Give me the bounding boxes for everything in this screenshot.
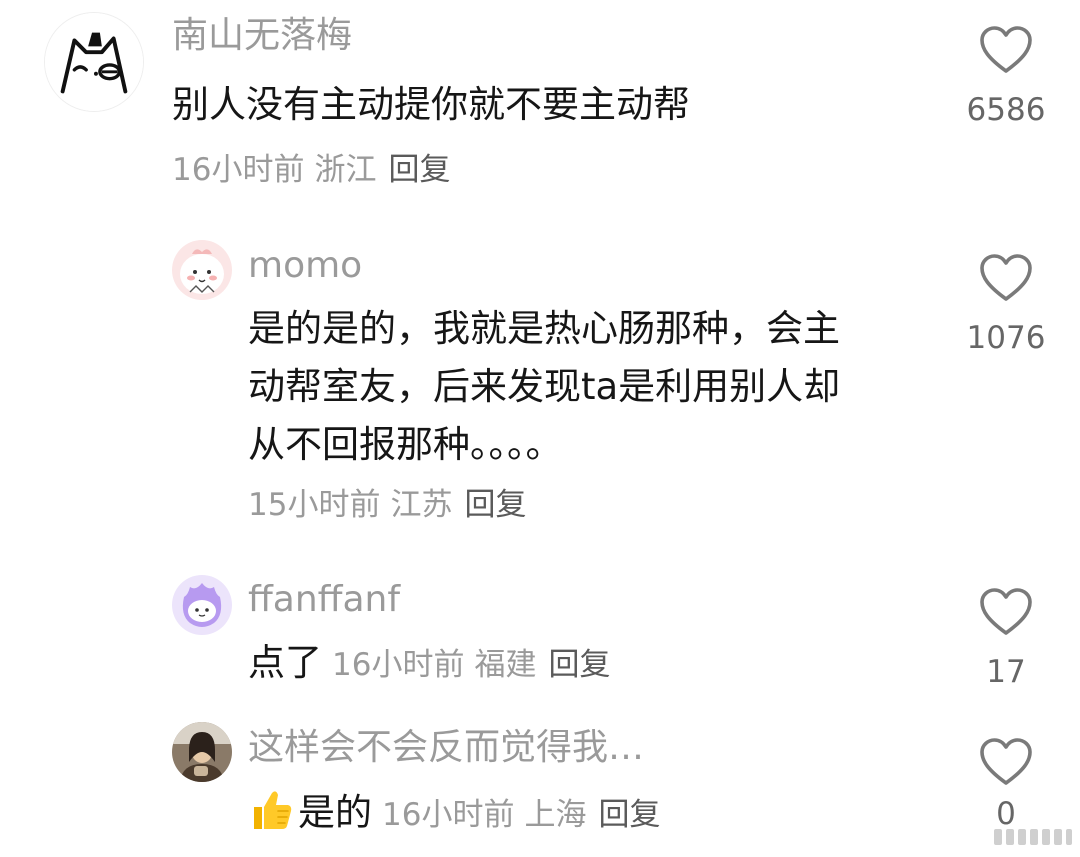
timestamp: 15小时前 bbox=[248, 487, 381, 523]
like-button[interactable]: 1076 bbox=[951, 252, 1061, 358]
heart-icon bbox=[980, 588, 1032, 635]
comment-text-line: 是的是的，我就是热心肠那种，会主 bbox=[248, 307, 840, 350]
comment-text: 是的是的，我就是热心肠那种，会主 动帮室友，后来发现ta是利用别人却 从不回报那… bbox=[248, 300, 840, 474]
heart-icon bbox=[980, 254, 1032, 301]
comment-meta: 15小时前 江苏 回复 bbox=[248, 485, 526, 525]
cat-doodle-avatar[interactable] bbox=[44, 12, 144, 112]
timestamp: 16小时前 bbox=[382, 797, 515, 833]
heart-icon bbox=[980, 26, 1032, 73]
username[interactable]: momo bbox=[248, 244, 362, 288]
comment-meta: 16小时前 福建 回复 bbox=[332, 647, 610, 683]
reply-button[interactable]: 回复 bbox=[388, 152, 450, 188]
purple-flame-cat-avatar[interactable] bbox=[172, 575, 232, 635]
reply-button[interactable]: 回复 bbox=[464, 487, 526, 523]
comment-text: 点了 16小时前 福建 回复 bbox=[248, 634, 610, 694]
location: 上海 bbox=[524, 797, 587, 833]
comment-text-line: 是的 bbox=[298, 791, 372, 834]
comment-text: 别人没有主动提你就不要主动帮 bbox=[172, 76, 690, 134]
username[interactable]: ffanffanf bbox=[248, 578, 400, 622]
like-button[interactable]: 17 bbox=[951, 586, 1061, 692]
reply-button[interactable]: 回复 bbox=[598, 797, 660, 833]
like-count: 17 bbox=[986, 654, 1026, 690]
heart-icon bbox=[980, 738, 1032, 785]
comment-meta: 16小时前 上海 回复 bbox=[382, 797, 660, 833]
comment-text-line: 点了 bbox=[248, 641, 322, 684]
location: 江苏 bbox=[390, 487, 453, 523]
like-count: 1076 bbox=[966, 320, 1046, 356]
like-count: 6586 bbox=[966, 92, 1046, 128]
thumbs-up-icon bbox=[254, 791, 292, 829]
comment-text-line: 从不回报那种。。。。 bbox=[248, 423, 563, 466]
person-photo-avatar[interactable] bbox=[172, 722, 232, 782]
timestamp: 16小时前 bbox=[172, 152, 305, 188]
like-button[interactable]: 6586 bbox=[951, 24, 1061, 130]
timestamp: 16小时前 bbox=[332, 647, 465, 683]
reply-button[interactable]: 回复 bbox=[548, 647, 610, 683]
location: 浙江 bbox=[314, 152, 377, 188]
comment-text: 是的 16小时前 上海 回复 bbox=[248, 784, 660, 844]
location: 福建 bbox=[474, 647, 537, 683]
watermark-icon bbox=[994, 829, 1072, 845]
username[interactable]: 这样会不会反而觉得我… bbox=[248, 726, 644, 770]
like-button[interactable]: 0 bbox=[951, 736, 1061, 834]
comment-text-line: 动帮室友，后来发现ta是利用别人却 bbox=[248, 365, 841, 408]
pink-bunny-avatar[interactable] bbox=[172, 240, 232, 300]
comment-meta: 16小时前 浙江 回复 bbox=[172, 150, 450, 190]
username[interactable]: 南山无落梅 bbox=[172, 14, 352, 58]
comment-list: 南山无落梅 别人没有主动提你就不要主动帮 16小时前 浙江 回复 6586 mo… bbox=[0, 0, 1080, 857]
comment-text-line: 别人没有主动提你就不要主动帮 bbox=[172, 83, 690, 126]
